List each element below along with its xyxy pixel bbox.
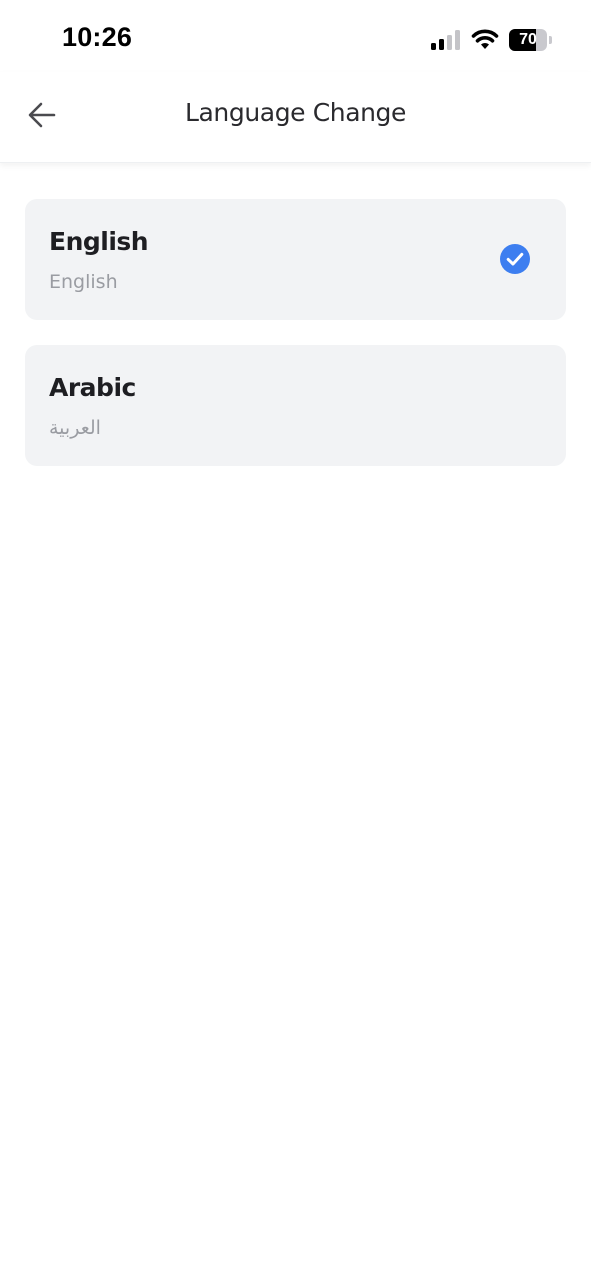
arrow-left-icon [28, 102, 56, 128]
wifi-icon [471, 28, 499, 50]
battery-cap [549, 36, 552, 44]
page-title: Language Change [184, 98, 407, 127]
language-name: Arabic [49, 373, 136, 402]
battery-body: 70 [509, 29, 547, 51]
app-header: Language Change [0, 72, 591, 163]
battery-level: 70 [519, 31, 537, 48]
status-time: 10:26 [62, 22, 133, 52]
status-bar: 10:26 70 [0, 0, 591, 72]
signal-icon [431, 30, 463, 50]
language-native-name: العربية [49, 417, 101, 439]
language-option-english[interactable]: English English [25, 199, 566, 320]
battery-icon: 70 [509, 29, 552, 51]
language-list: English English Arabic العربية [25, 199, 566, 491]
language-change-screen: 10:26 70 Language Change English English… [0, 0, 591, 1280]
language-name: English [49, 227, 149, 256]
language-option-arabic[interactable]: Arabic العربية [25, 345, 566, 466]
language-native-name: English [49, 271, 118, 293]
back-button[interactable] [22, 94, 64, 136]
check-circle-icon [500, 244, 530, 274]
